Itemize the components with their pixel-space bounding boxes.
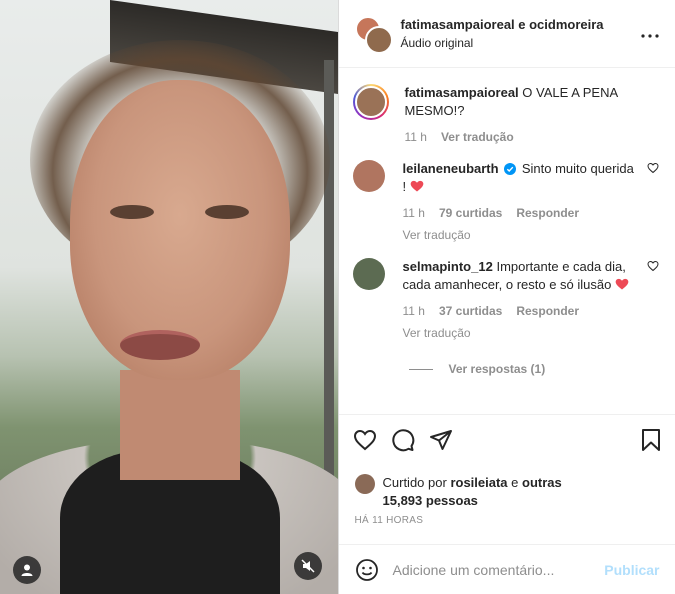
audio-muted-icon <box>300 559 315 573</box>
comment-username[interactable]: leilaneneubarth <box>403 161 499 176</box>
collab-avatars[interactable] <box>354 15 393 54</box>
post-authors[interactable]: fatimasampaioreal e ocidmoreira <box>401 16 604 34</box>
like-comment-heart-icon[interactable] <box>647 162 659 174</box>
like-comment-heart-icon[interactable] <box>647 260 659 272</box>
reply-button[interactable]: Responder <box>516 204 579 222</box>
save-bookmark-icon[interactable] <box>640 428 662 452</box>
person-eye-right <box>205 205 249 219</box>
action-bar <box>338 414 675 464</box>
likes-prefix: Curtido por <box>382 475 447 490</box>
mute-button[interactable] <box>293 552 322 580</box>
tagged-users-button[interactable] <box>13 556 41 584</box>
likes-mid: e <box>511 475 519 490</box>
post-video[interactable] <box>0 0 338 594</box>
comment-bubble-icon[interactable] <box>391 428 415 452</box>
view-replies-label: Ver respostas (1) <box>448 362 546 376</box>
background-window-frame <box>323 60 334 480</box>
comment-time[interactable]: 11 h <box>403 302 425 320</box>
avatar <box>364 25 393 54</box>
translate-link[interactable]: Ver tradução <box>441 128 514 146</box>
more-options-icon[interactable] <box>641 23 659 44</box>
comment-composer: Adicione um comentário... Publicar <box>338 544 675 594</box>
avatar[interactable] <box>354 474 375 494</box>
avatar <box>354 86 387 118</box>
emoji-icon[interactable] <box>355 558 379 582</box>
comment-meta: 11 h 79 curtidas Responder <box>403 204 638 222</box>
caption: fatimasampaioreal O VALE A PENA MESMO!? … <box>352 84 660 146</box>
caption-meta: 11 h Ver tradução <box>405 128 660 146</box>
replies-divider <box>408 368 433 370</box>
comment-likes[interactable]: 37 curtidas <box>439 302 502 320</box>
comment-likes[interactable]: 79 curtidas <box>439 204 502 222</box>
red-heart-emoji-icon <box>615 278 629 290</box>
post-header: fatimasampaioreal e ocidmoreira Áudio or… <box>338 0 675 68</box>
comment-body: selmapinto_12 Importante e cada dia, cad… <box>403 258 638 342</box>
person-eye-left <box>110 205 154 219</box>
verified-badge-icon <box>504 163 517 175</box>
like-heart-icon[interactable] <box>353 428 377 452</box>
person-neck <box>120 370 240 480</box>
comment: selmapinto_12 Importante e cada dia, cad… <box>352 258 660 342</box>
avatar[interactable] <box>352 160 385 192</box>
caption-time[interactable]: 11 h <box>405 128 427 146</box>
header-text: fatimasampaioreal e ocidmoreira Áudio or… <box>401 16 604 52</box>
avatar[interactable] <box>352 258 385 290</box>
comment-meta: 11 h 37 curtidas Responder <box>403 302 638 320</box>
reply-button[interactable]: Responder <box>516 302 579 320</box>
audio-label[interactable]: Áudio original <box>401 34 604 52</box>
translate-link[interactable]: Ver tradução <box>403 324 638 342</box>
publish-button[interactable]: Publicar <box>604 562 659 578</box>
comment-time[interactable]: 11 h <box>403 204 425 222</box>
likes-summary: Curtido por rosileiata e outras 15,893 p… <box>339 468 599 510</box>
post-timestamp[interactable]: HÁ 11 HORAS <box>339 505 440 526</box>
share-paper-plane-icon[interactable] <box>429 428 453 452</box>
view-replies-button[interactable]: Ver respostas (1) <box>408 362 660 376</box>
comment-body: leilaneneubarth Sinto muito querida ! 11… <box>403 160 638 244</box>
comment-username[interactable]: selmapinto_12 <box>403 259 493 274</box>
comment-input[interactable]: Adicione um comentário... <box>393 562 605 578</box>
user-icon <box>21 564 33 576</box>
caption-username[interactable]: fatimasampaioreal <box>405 85 519 100</box>
red-heart-emoji-icon <box>410 180 424 192</box>
story-ring-avatar[interactable] <box>352 84 389 120</box>
translate-link[interactable]: Ver tradução <box>403 226 638 244</box>
instagram-post: fatimasampaioreal e ocidmoreira Áudio or… <box>0 0 675 594</box>
person-mouth <box>120 330 200 360</box>
comment: leilaneneubarth Sinto muito querida ! 11… <box>352 160 660 244</box>
caption-body: fatimasampaioreal O VALE A PENA MESMO!? … <box>405 84 660 146</box>
likes-user[interactable]: rosileiata <box>450 475 507 490</box>
post-sidebar: fatimasampaioreal e ocidmoreira Áudio or… <box>337 0 675 594</box>
